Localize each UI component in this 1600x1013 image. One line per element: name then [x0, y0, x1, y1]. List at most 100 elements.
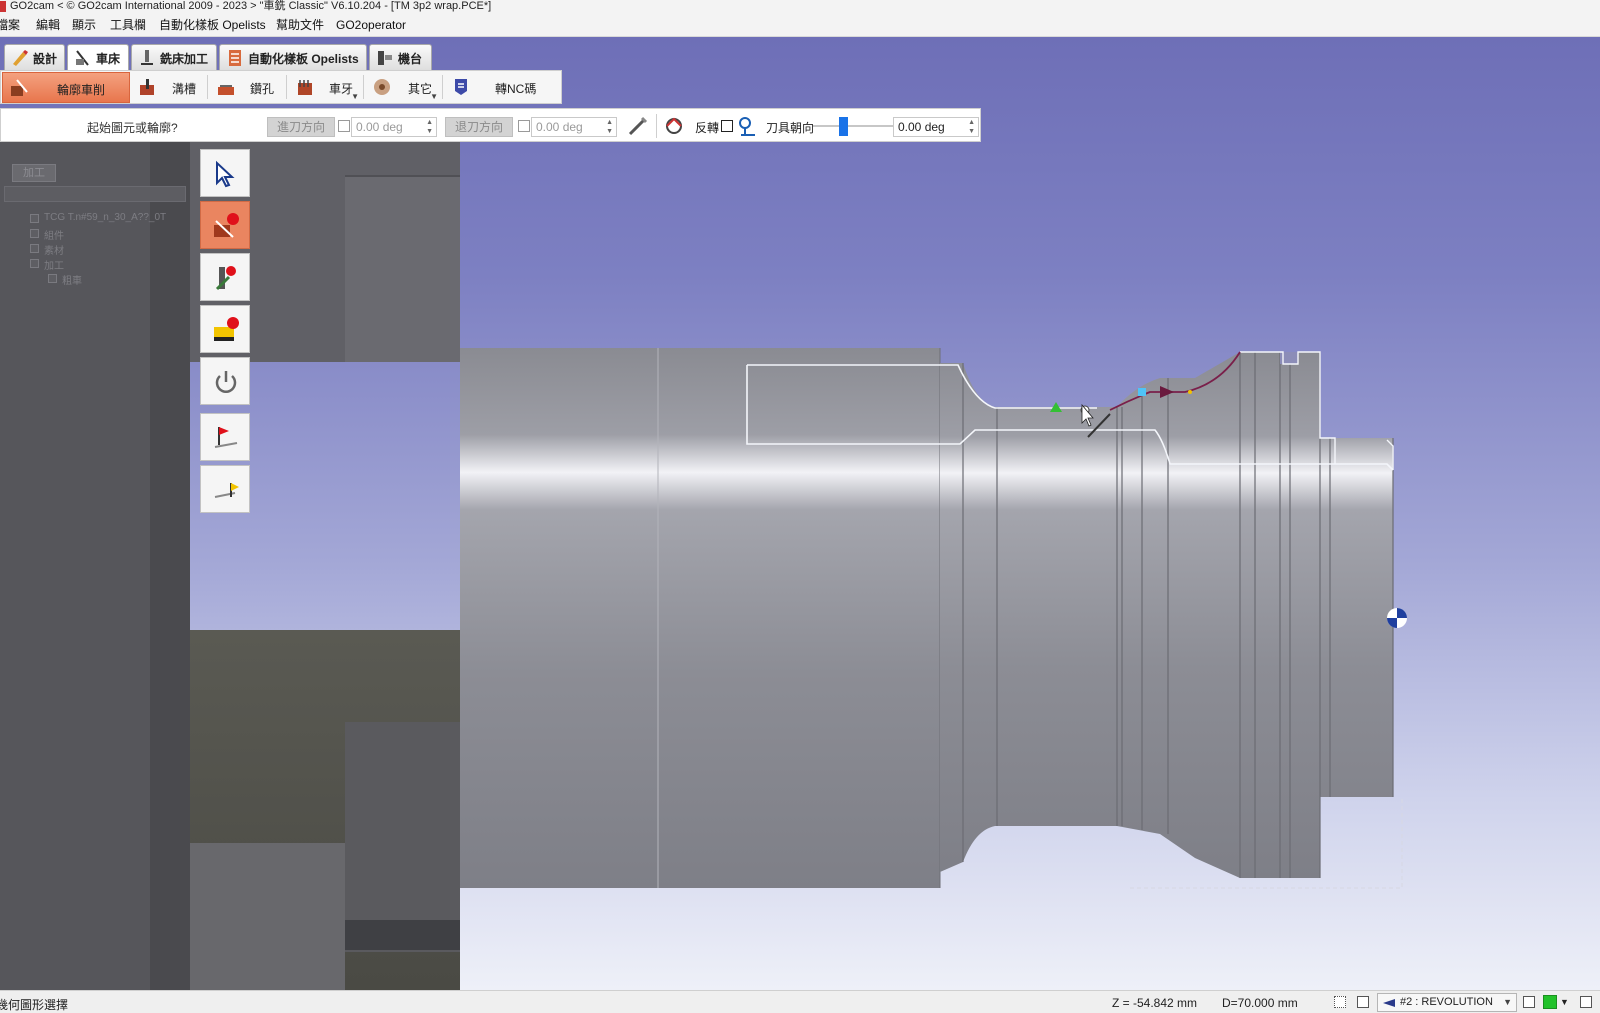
- display-toggle-icon[interactable]: [1523, 996, 1535, 1008]
- menu-edit[interactable]: 編輯: [36, 17, 60, 34]
- entry-direction-button[interactable]: 進刀方向: [267, 117, 335, 137]
- app-icon: [0, 1, 6, 12]
- tool-orientation-slider[interactable]: [813, 125, 893, 127]
- spinner-arrows-icon[interactable]: ▲ ▼: [968, 118, 975, 136]
- power-off-button[interactable]: [200, 357, 250, 405]
- tree-node-icon: [30, 259, 39, 268]
- tab-design[interactable]: 設計: [4, 44, 65, 70]
- tool-orientation-spinner[interactable]: 0.00 deg ▲ ▼: [893, 117, 979, 137]
- nc-code-button[interactable]: 轉NC碼: [445, 72, 557, 103]
- status-bar: 幾何圖形選擇 Z = -54.842 mm D=70.000 mm #2 : R…: [0, 990, 1600, 1013]
- nc-code-icon: [455, 79, 467, 95]
- threading-button[interactable]: 車牙 ▼: [289, 72, 361, 103]
- entry-angle-spinner[interactable]: 0.00 deg ▲ ▼: [351, 117, 437, 137]
- tree-tab[interactable]: 加工: [12, 164, 56, 182]
- start-point-button[interactable]: [200, 201, 250, 249]
- threading-icon: [298, 80, 312, 95]
- pick-direction-icon[interactable]: [627, 115, 649, 137]
- window-toggle-icon[interactable]: [1580, 996, 1592, 1008]
- revolution-icon: [1383, 999, 1395, 1007]
- red-flag-button[interactable]: [200, 413, 250, 461]
- stock-point-icon: [214, 317, 239, 341]
- menu-opelists[interactable]: 自動化樣板 Opelists: [159, 17, 266, 34]
- menu-view[interactable]: 顯示: [72, 17, 96, 34]
- tree-item[interactable]: 素材: [44, 242, 64, 257]
- entry-direction-checkbox[interactable]: [338, 120, 350, 132]
- opelists-icon: [229, 50, 241, 66]
- start-point-icon: [214, 213, 239, 238]
- lathe-icon: [76, 50, 89, 66]
- exit-direction-button[interactable]: 退刀方向: [445, 117, 513, 137]
- tab-lathe[interactable]: 車床: [67, 44, 129, 71]
- contour-turning-icon: [11, 79, 28, 96]
- tab-machine[interactable]: 機台: [369, 44, 432, 70]
- select-pointer-button[interactable]: [200, 149, 250, 197]
- frame-toggle-icon[interactable]: [1357, 996, 1369, 1008]
- other-icon: [374, 79, 390, 95]
- tree-node-icon: [30, 214, 39, 223]
- title-bar: GO2cam < © GO2cam International 2009 - 2…: [0, 0, 1600, 14]
- reverse-checkbox[interactable]: [721, 120, 733, 132]
- status-message: 幾何圖形選擇: [0, 998, 69, 1012]
- cursor-arrow-icon: [216, 160, 235, 188]
- drilling-button[interactable]: 鑽孔: [210, 72, 284, 103]
- chevron-down-icon[interactable]: ▼: [1503, 997, 1512, 1007]
- tree-item[interactable]: 加工: [44, 257, 64, 272]
- view-mode-select[interactable]: #2 : REVOLUTION ▼: [1377, 993, 1517, 1012]
- menu-toolbar[interactable]: 工具欄: [110, 17, 146, 34]
- red-flag-icon: [214, 427, 238, 448]
- tree-node-icon: [30, 244, 39, 253]
- slider-thumb[interactable]: [839, 117, 849, 136]
- grooving-icon: [140, 79, 154, 95]
- tab-opelists[interactable]: 自動化樣板 Opelists: [219, 44, 367, 70]
- z-coordinate-readout: Z = -54.842 mm: [1112, 996, 1198, 1010]
- menu-help[interactable]: 幫助文件: [276, 17, 324, 34]
- design-icon: [13, 50, 28, 66]
- tree-search[interactable]: [4, 186, 186, 202]
- tool-orientation-icon: [739, 117, 755, 136]
- stock-point-button[interactable]: [200, 305, 250, 353]
- tree-item[interactable]: 粗車: [62, 272, 82, 287]
- menu-file[interactable]: 檔案: [0, 17, 20, 34]
- module-tabs: 設計 車床 銑床加工 自動化樣板 Opelists 機台: [0, 44, 432, 71]
- milling-icon: [141, 50, 153, 65]
- yellow-flag-button[interactable]: [200, 465, 250, 513]
- contour-turning-button[interactable]: 輪廓車削: [2, 72, 130, 103]
- tree-node-icon: [30, 229, 39, 238]
- machine-icon: [378, 51, 392, 65]
- chevron-down-icon[interactable]: ▼: [351, 92, 359, 101]
- yellow-flag-icon: [214, 483, 239, 498]
- operation-ribbon: 輪廓車削 溝槽 鑽孔 車牙 ▼ 其它 ▼ 轉NC碼: [0, 70, 562, 104]
- tool-point-icon: [215, 266, 236, 291]
- stock-cylinder: [460, 348, 940, 888]
- window-title: GO2cam < © GO2cam International 2009 - 2…: [10, 0, 492, 12]
- power-icon: [215, 371, 237, 393]
- tree-item[interactable]: TCG T.n#59_n_30_A??_0T: [44, 212, 166, 223]
- spinner-arrows-icon[interactable]: ▲ ▼: [426, 118, 433, 136]
- machined-part: [940, 352, 1393, 878]
- tool-point-button[interactable]: [200, 253, 250, 301]
- reverse-label: 反轉: [695, 121, 720, 135]
- exit-direction-checkbox[interactable]: [518, 120, 530, 132]
- tool-orientation-label: 刀具朝向: [766, 121, 815, 135]
- menu-go2operator[interactable]: GO2operator: [336, 17, 406, 34]
- prompt-bar: 起始圖元或輪廓? 進刀方向 0.00 deg ▲ ▼ 退刀方向 0.00 deg …: [0, 108, 981, 142]
- menu-bar: 檔案 編輯 顯示 工具欄 自動化樣板 Opelists 幫助文件 GO2oper…: [0, 14, 1600, 37]
- diameter-readout: D=70.000 mm: [1222, 996, 1298, 1010]
- tree-item[interactable]: 組件: [44, 227, 64, 242]
- operation-tree-panel: 加工 TCG T.n#59_n_30_A??_0T 組件 素材 加工 粗車: [0, 142, 190, 990]
- reverse-icon[interactable]: [663, 115, 685, 137]
- side-toolbar: [200, 149, 252, 519]
- drilling-icon: [218, 85, 234, 95]
- tree-node-icon: [48, 274, 57, 283]
- other-button[interactable]: 其它 ▼: [366, 72, 440, 103]
- chevron-down-icon[interactable]: ▼: [1560, 997, 1569, 1007]
- prompt-question: 起始圖元或輪廓?: [87, 121, 178, 135]
- status-indicator-green[interactable]: [1543, 995, 1557, 1009]
- grooving-button[interactable]: 溝槽: [132, 72, 206, 103]
- chevron-down-icon[interactable]: ▼: [430, 92, 438, 101]
- exit-angle-spinner[interactable]: 0.00 deg ▲ ▼: [531, 117, 617, 137]
- spinner-arrows-icon[interactable]: ▲ ▼: [606, 118, 613, 136]
- tab-milling[interactable]: 銑床加工: [131, 44, 217, 70]
- grid-toggle-icon[interactable]: [1334, 996, 1346, 1008]
